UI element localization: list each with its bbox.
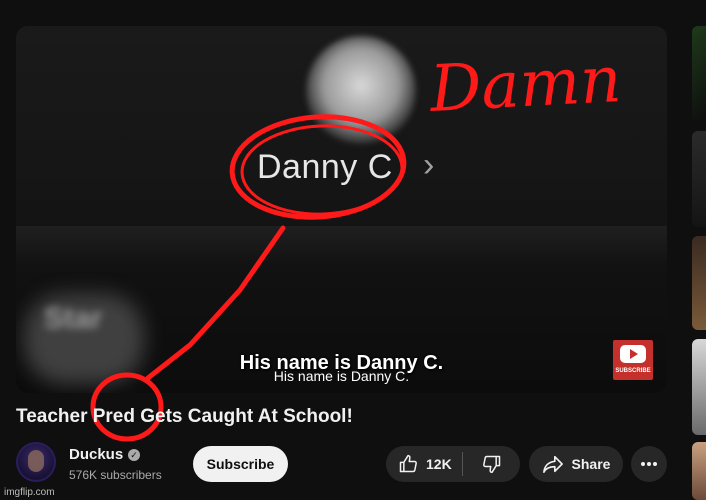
subscribe-badge-label: SUBSCRIBE — [615, 368, 651, 374]
side-thumbnail[interactable] — [692, 236, 706, 330]
chevron-right-icon: › — [423, 146, 435, 184]
verified-check-icon: ✓ — [128, 449, 140, 461]
dislike-button[interactable] — [463, 446, 520, 482]
side-thumbnail[interactable] — [692, 131, 706, 227]
subscribe-button[interactable]: Subscribe — [193, 446, 288, 482]
like-dislike-group: 12K — [386, 446, 520, 482]
side-thumbnail[interactable] — [692, 26, 706, 122]
blurred-avatar — [306, 36, 416, 146]
subscribe-watermark-badge[interactable]: SUBSCRIBE — [613, 340, 653, 380]
youtube-play-icon — [620, 345, 646, 363]
thumbs-up-icon — [399, 454, 417, 473]
damn-annotation: Damn — [428, 43, 624, 127]
share-label: Share — [571, 456, 611, 472]
caption-subtitle: His name is Danny C. — [273, 368, 410, 384]
share-arrow-icon — [542, 455, 563, 473]
side-thumbnail[interactable] — [692, 339, 706, 435]
video-panel-band — [16, 226, 667, 266]
like-count: 12K — [426, 456, 452, 472]
like-button[interactable]: 12K — [386, 446, 462, 482]
side-thumbnail[interactable] — [692, 442, 706, 500]
blurred-text: Star — [44, 302, 103, 335]
more-horizontal-icon — [641, 462, 657, 466]
channel-name[interactable]: Duckus — [69, 446, 123, 463]
subscriber-count: 576K subscribers — [69, 468, 162, 482]
video-title: Teacher Pred Gets Caught At School! — [16, 406, 353, 427]
imgflip-watermark: imgflip.com — [4, 487, 55, 498]
share-button[interactable]: Share — [529, 446, 623, 482]
contact-name: Danny C — [257, 148, 393, 186]
channel-avatar[interactable] — [16, 442, 56, 482]
thumbs-down-icon — [482, 455, 500, 474]
more-actions-button[interactable] — [631, 446, 667, 482]
